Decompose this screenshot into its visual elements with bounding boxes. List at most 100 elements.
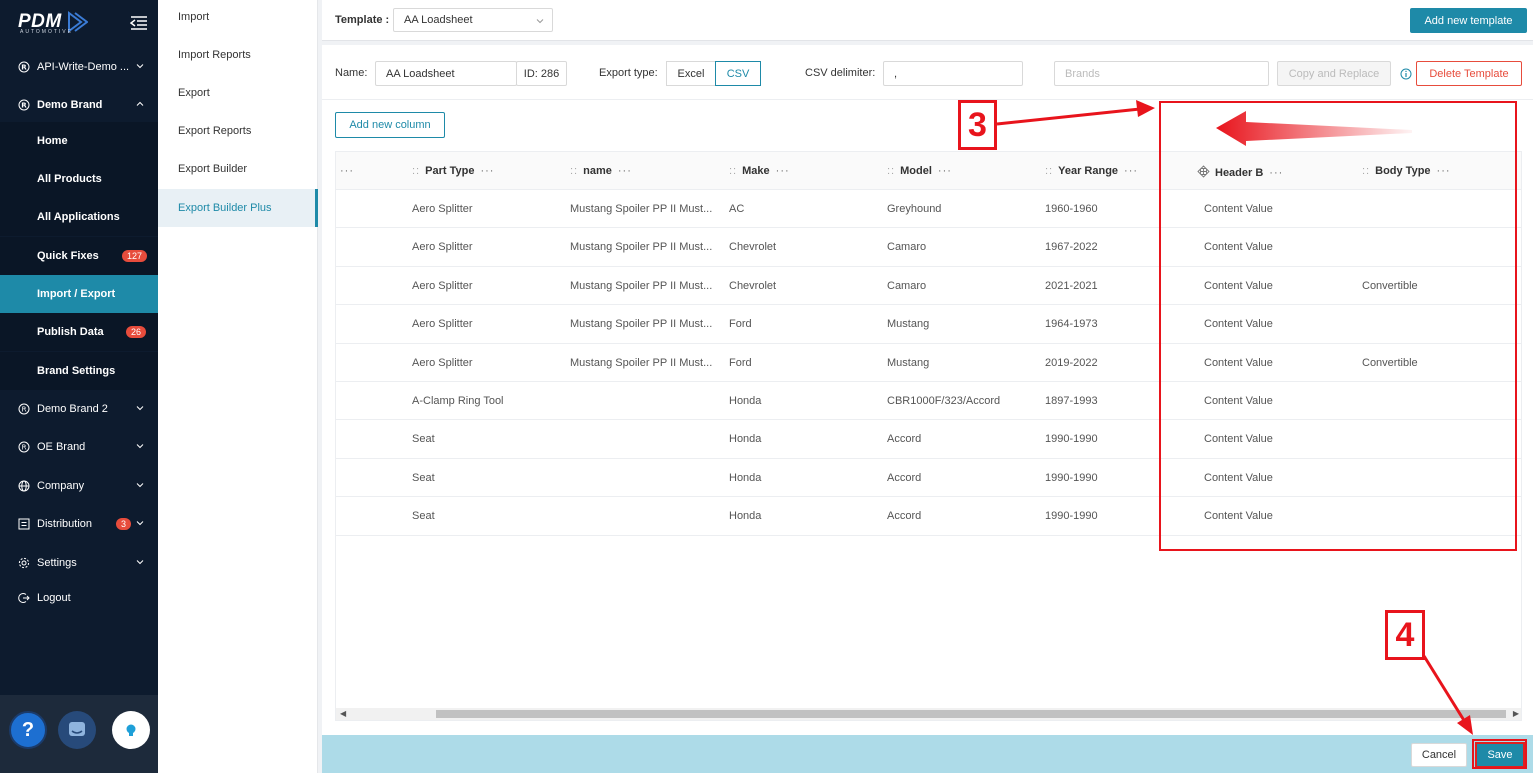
cell-model: Camaro: [887, 279, 927, 292]
cell-year-range: 1964-1973: [1045, 318, 1098, 331]
sidebar-item-all-products[interactable]: All Products: [0, 160, 158, 199]
export-type-csv-option[interactable]: CSV: [715, 61, 761, 86]
column-header-part-type[interactable]: :: Part Type ···: [412, 165, 494, 177]
help-icon: ?: [21, 718, 35, 741]
submenu-item-export-reports[interactable]: Export Reports: [158, 112, 317, 150]
cell-model: Mustang: [887, 318, 930, 331]
sidebar-item-label: OE Brand: [37, 441, 86, 454]
submenu-item-label: Import Reports: [178, 49, 251, 62]
csv-delimiter-input[interactable]: ,: [883, 61, 1023, 86]
svg-text:R: R: [21, 64, 27, 72]
cell-model: Greyhound: [887, 203, 942, 215]
column-menu-icon[interactable]: ···: [776, 165, 790, 177]
cell-year-range: 1990-1990: [1045, 433, 1098, 446]
svg-text:R: R: [22, 406, 27, 414]
more-icon: ···: [340, 165, 354, 177]
sidebar-item-all-applications[interactable]: All Applications: [0, 198, 158, 237]
cell-year-range: 1990-1990: [1045, 510, 1098, 523]
gear-icon: [18, 558, 30, 569]
sidebar-item-brand-settings[interactable]: Brand Settings: [0, 352, 158, 391]
horizontal-scrollbar[interactable]: ◀ ▶: [336, 708, 1521, 720]
scroll-left-icon[interactable]: ◀: [340, 709, 346, 718]
submenu-item-export-builder-plus[interactable]: Export Builder Plus: [158, 189, 318, 228]
drag-handle-icon[interactable]: ::: [1045, 165, 1053, 177]
lightbulb-icon: [126, 724, 136, 736]
sidebar-item-publish-data[interactable]: Publish Data 26: [0, 313, 158, 352]
cell-make: Ford: [729, 356, 752, 369]
submenu-item-import-reports[interactable]: Import Reports: [158, 36, 317, 74]
export-type-excel-option[interactable]: Excel: [666, 61, 716, 86]
column-header-label: Model: [900, 165, 932, 177]
cancel-button[interactable]: Cancel: [1411, 743, 1467, 767]
menu-collapse-icon[interactable]: [130, 15, 148, 31]
sidebar-item-oe-brand[interactable]: R OE Brand: [0, 428, 158, 466]
add-new-template-button[interactable]: Add new template: [1410, 8, 1527, 33]
chat-icon: [69, 722, 85, 736]
cell-make: Honda: [729, 510, 762, 523]
footer-action-bar: Cancel Save: [322, 735, 1533, 773]
drag-handle-icon[interactable]: ::: [887, 165, 895, 177]
column-header-label: name: [583, 165, 612, 177]
cell-model: Camaro: [887, 241, 927, 254]
sidebar-item-home[interactable]: Home: [0, 122, 158, 161]
tips-button[interactable]: [112, 711, 150, 749]
submenu-item-import[interactable]: Import: [158, 0, 317, 36]
column-menu-icon[interactable]: ···: [480, 165, 494, 177]
cell-part-type: Aero Splitter: [412, 241, 473, 254]
template-select[interactable]: AA Loadsheet: [393, 8, 553, 32]
cell-model: Accord: [887, 471, 922, 484]
cell-part-type: Aero Splitter: [412, 356, 473, 369]
cell-make: Ford: [729, 318, 752, 331]
import-export-submenu: Import Import Reports Export Export Repo…: [158, 0, 318, 773]
cell-name: Mustang Spoiler PP II Must...: [570, 279, 713, 292]
sidebar-item-settings[interactable]: Settings: [0, 544, 158, 582]
drag-handle-icon[interactable]: ::: [729, 165, 737, 177]
submenu-item-label: Export Builder Plus: [178, 202, 272, 215]
csv-delimiter-label: CSV delimiter:: [805, 67, 876, 79]
chevron-up-icon: [136, 101, 144, 106]
chat-button[interactable]: [58, 711, 96, 749]
chevron-down-icon: [136, 406, 144, 411]
chevron-down-icon: [136, 521, 144, 526]
delete-template-button[interactable]: Delete Template: [1416, 61, 1522, 86]
sidebar-item-quick-fixes[interactable]: Quick Fixes 127: [0, 237, 158, 276]
info-icon[interactable]: [1400, 68, 1412, 80]
scrollbar-thumb[interactable]: [436, 710, 1506, 718]
column-menu-icon[interactable]: ···: [618, 165, 632, 177]
submenu-item-export[interactable]: Export: [158, 74, 317, 112]
column-header-name[interactable]: :: name ···: [570, 165, 632, 177]
drag-handle-icon[interactable]: ::: [412, 165, 420, 177]
column-header-make[interactable]: :: Make ···: [729, 165, 790, 177]
sidebar-item-api-write-demo[interactable]: R API-Write-Demo ...: [0, 48, 158, 86]
logo[interactable]: PDM AUTOMOTIVE: [0, 0, 158, 44]
template-name-input[interactable]: AA Loadsheet: [375, 61, 517, 86]
cell-part-type: Aero Splitter: [412, 318, 473, 331]
sidebar-item-distribution[interactable]: Distribution 3: [0, 505, 158, 543]
chevron-down-icon: [136, 64, 144, 69]
column-menu-icon[interactable]: ···: [1124, 165, 1138, 177]
sidebar-item-logout[interactable]: Logout: [0, 579, 158, 617]
first-column-menu[interactable]: ···: [340, 165, 354, 177]
cell-make: Honda: [729, 471, 762, 484]
help-button[interactable]: ?: [9, 711, 47, 749]
sidebar-item-demo-brand[interactable]: R Demo Brand: [0, 86, 158, 124]
sidebar-item-demo-brand-2[interactable]: R Demo Brand 2: [0, 390, 158, 428]
sidebar-item-label: Brand Settings: [37, 365, 116, 378]
chevron-down-icon: [136, 560, 144, 565]
sidebar-item-label: Quick Fixes: [37, 250, 99, 263]
sidebar-item-company[interactable]: Company: [0, 467, 158, 505]
brands-select[interactable]: Brands: [1054, 61, 1269, 86]
template-select-value: AA Loadsheet: [404, 14, 473, 26]
logo-subtitle: AUTOMOTIVE: [20, 29, 73, 35]
scroll-right-icon[interactable]: ▶: [1513, 709, 1519, 718]
submenu-item-export-builder[interactable]: Export Builder: [158, 150, 317, 188]
sidebar-item-import-export[interactable]: Import / Export: [0, 275, 158, 314]
cell-name: Mustang Spoiler PP II Must...: [570, 241, 713, 254]
column-header-model[interactable]: :: Model ···: [887, 165, 952, 177]
add-new-column-button[interactable]: Add new column: [335, 112, 445, 138]
column-header-year-range[interactable]: :: Year Range ···: [1045, 165, 1138, 177]
copy-and-replace-button[interactable]: Copy and Replace: [1277, 61, 1391, 86]
sidebar-footer: ?: [0, 695, 158, 773]
drag-handle-icon[interactable]: ::: [570, 165, 578, 177]
column-menu-icon[interactable]: ···: [938, 165, 952, 177]
